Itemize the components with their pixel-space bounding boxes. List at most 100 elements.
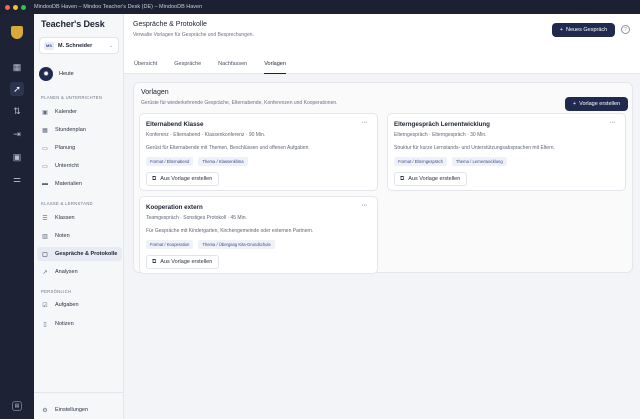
plus-icon: + [559,27,563,33]
create-template-button[interactable]: + Vorlage erstellen [565,97,628,111]
user-name: M. Schneider [58,42,93,49]
doc-icon: ▭ [42,163,48,170]
sliders-icon[interactable]: ⚌ [10,172,24,186]
sidebar-item-unterricht[interactable]: ▭ Unterricht [37,159,122,173]
close-window-button[interactable] [5,4,10,10]
sidebar-item-label: Materialien [55,181,82,187]
tab-gespraeche[interactable]: Gespräche [174,54,201,74]
tag-badge: Format / Elterngespräch [394,157,447,166]
template-tags: Format / Elternabend Thema / Klassenklim… [146,157,248,166]
grid-icon: ▦ [42,127,48,134]
use-template-button[interactable]: ⧉ Aus Vorlage erstellen [146,255,219,269]
sidebar-item-materialien[interactable]: ▬ Materialien [37,177,122,191]
sidebar-item-gespraeche[interactable]: ▢ Gespräche & Protokolle [37,247,122,261]
tab-vorlagen[interactable]: Vorlagen [264,54,286,74]
sidebar-item-label: Planung [55,145,76,151]
tab-nachfassen[interactable]: Nachfassen [218,54,247,74]
sidebar-item-label: Analysen [55,269,78,275]
template-meta: Elterngespräch · Elterngespräch · 30 Min… [394,132,487,138]
trend-icon: ↗ [42,269,48,276]
sidebar-item-aufgaben[interactable]: ☑ Aufgaben [37,298,122,312]
user-selector[interactable]: MS M. Schneider ⌄ [39,37,119,54]
template-meta: Konferenz · Elternabend · Klassenkonfere… [146,132,266,138]
nav-heute[interactable]: ✹ Heute [39,67,74,81]
sidebar-item-label: Einstellungen [55,407,89,413]
tag-badge: Thema / Übergang Kita-Grundschule [198,240,275,249]
template-title: Elternabend Klasse [146,121,204,128]
sidebar-item-stundenplan[interactable]: ▦ Stundenplan [37,123,122,137]
chat-icon: ▢ [42,251,48,258]
template-description: Für Gespräche mit Kindergarten, Kircheng… [146,228,314,234]
more-icon[interactable]: ··· [362,202,368,209]
tag-badge: Format / Elternabend [146,157,194,166]
more-icon[interactable]: ··· [362,119,368,126]
template-card[interactable]: Elterngespräch Lernentwicklung ··· Elter… [387,113,626,191]
sidebar-item-label: Notizen [55,321,74,327]
template-description: Struktur für kurze Lernstands- und Unter… [394,145,555,151]
page-title: Gespräche & Protokolle [133,21,207,28]
minimize-window-button[interactable] [13,4,18,10]
use-template-label: Aus Vorlage erstellen [408,176,461,182]
template-title: Elterngespräch Lernentwicklung [394,121,490,128]
doc-icon: ▭ [42,145,48,152]
sidebar-item-einstellungen[interactable]: ⚙ Einstellungen [37,403,122,417]
sidebar-item-label: Aufgaben [55,302,79,308]
main-content: Gespräche & Protokolle Verwalte Vorlagen… [124,14,640,419]
divider [34,392,124,393]
use-template-label: Aus Vorlage erstellen [160,176,213,182]
split-icon[interactable]: ⇥ [10,127,24,141]
sidebar-item-label: Noten [55,233,70,239]
tab-bar: Übersicht Gespräche Nachfassen Vorlagen [134,54,303,74]
icon-rail: ▦ ➚ ⇅ ⇥ ▣ ⚌ ▤ [0,14,34,419]
chart-icon: ▥ [42,233,48,240]
page-subtitle: Verwalte Vorlagen für Gespräche und Besp… [133,32,254,38]
template-description: Gerüst für Elternabende mit Themen, Besc… [146,145,310,151]
new-conversation-button[interactable]: + Neues Gespräch [552,23,615,37]
nav-heute-label: Heute [59,71,74,77]
id-card-icon[interactable]: ▣ [10,150,24,164]
help-icon[interactable]: ? [621,25,630,34]
use-template-button[interactable]: ⧉ Aus Vorlage erstellen [394,172,467,186]
sidebar-item-planung[interactable]: ▭ Planung [37,141,122,155]
use-template-label: Aus Vorlage erstellen [160,259,213,265]
sidebar-item-klassen[interactable]: ☰ Klassen [37,211,122,225]
page-header: Gespräche & Protokolle Verwalte Vorlagen… [124,14,640,74]
calendar-icon: ▣ [42,109,48,116]
panel-title: Vorlagen [141,89,169,96]
zoom-window-button[interactable] [21,4,26,10]
sidebar-item-label: Gespräche & Protokolle [55,251,118,257]
template-card[interactable]: Elternabend Klasse ··· Konferenz · Elter… [139,113,378,191]
template-card[interactable]: Kooperation extern ··· Teamgespräch · So… [139,196,378,274]
template-meta: Teamgespräch · Sonstiges Protokoll · 45 … [146,215,247,221]
avatar: MS [44,41,54,50]
panel-icon[interactable]: ▤ [12,401,22,411]
use-template-button[interactable]: ⧉ Aus Vorlage erstellen [146,172,219,186]
note-icon: ▯ [43,321,47,328]
rocket-icon[interactable]: ➚ [10,82,24,96]
check-icon: ☑ [42,302,48,309]
more-icon[interactable]: ··· [610,119,616,126]
folder-icon: ▬ [42,181,48,187]
app-logo-icon[interactable] [11,26,23,39]
tag-badge: Thema / Klassenklima [198,157,248,166]
sidebar-item-label: Klassen [55,215,75,221]
sidebar-item-noten[interactable]: ▥ Noten [37,229,122,243]
users-icon: ☰ [42,215,48,222]
tab-uebersicht[interactable]: Übersicht [134,54,157,74]
sidebar-item-label: Unterricht [55,163,79,169]
plus-icon: + [572,101,577,107]
template-tags: Format / Kooperation Thema / Übergang Ki… [146,240,275,249]
panel-subtitle: Gerüste für wiederkehrende Gespräche, El… [141,100,338,106]
section-label-klasse: KLASSE & LERNSTAND [41,201,93,206]
sidebar-item-kalender[interactable]: ▣ Kalender [37,105,122,119]
copy-icon: ⧉ [152,175,157,182]
tag-badge: Thema / Lernentwicklung [451,157,507,166]
sidebar-item-label: Stundenplan [55,127,86,133]
copy-icon: ⧉ [152,258,157,265]
sort-icon[interactable]: ⇅ [10,104,24,118]
sidebar-item-notizen[interactable]: ▯ Notizen [37,317,122,331]
section-label-persoenlich: PERSÖNLICH [41,289,72,294]
sidebar-item-analysen[interactable]: ↗ Analysen [37,265,122,279]
window-titlebar: MindooDB Haven – Mindoo Teacher's Desk (… [0,0,640,14]
dashboard-icon[interactable]: ▦ [10,60,24,74]
